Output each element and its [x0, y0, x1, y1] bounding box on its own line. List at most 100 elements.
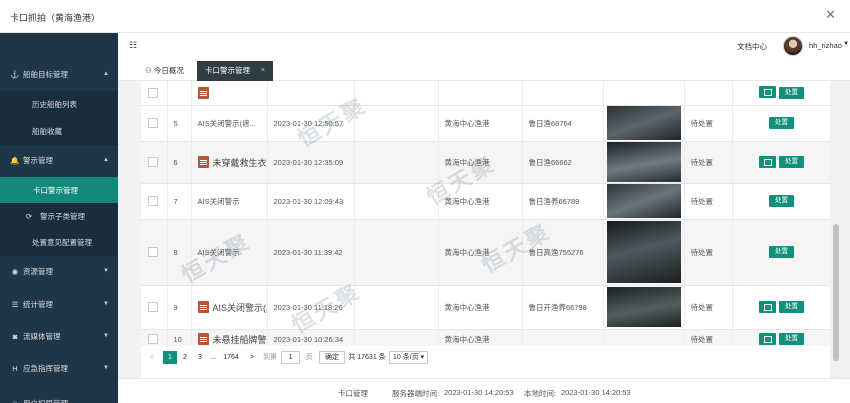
row-checkbox[interactable] — [148, 157, 158, 167]
handle-button[interactable]: 处置 — [769, 117, 794, 129]
scrollbar-thumb[interactable] — [833, 224, 839, 361]
handle-button[interactable]: 处置 — [769, 246, 794, 258]
close-icon[interactable]: ✕ — [825, 8, 836, 22]
sidebar-item-label: 警示管理 — [23, 156, 53, 165]
sidebar-item-label: 流媒体管理 — [23, 332, 61, 341]
sidebar-item-alert-manage[interactable]: 🔔 警示管理 ▲ — [0, 147, 118, 174]
image-button[interactable] — [759, 86, 776, 99]
sidebar-item-history-ships[interactable]: 历史船舶列表 — [0, 91, 118, 118]
sidebar-item-checkpoint-alerts[interactable]: 卡口警示管理 — [0, 177, 118, 204]
plate-photo[interactable] — [606, 142, 681, 182]
alert-table-panel: 处置 5 AIS关闭警示(遮... 2023-01-30 12:50:57 黄海… — [141, 81, 842, 378]
status-text: 待处置 — [684, 141, 733, 184]
page-3-button[interactable]: 3 — [195, 351, 205, 364]
plate-photo[interactable] — [606, 287, 681, 327]
sidebar-item-user-permissions[interactable]: ☺ 用户权限管理 — [0, 390, 118, 403]
footer-module: 卡口管理 — [338, 389, 368, 398]
table-row[interactable]: 7 AIS关闭警示 2023-01-30 12:09:43 黄海中心渔港 鲁日渔… — [141, 183, 832, 220]
sidebar-item-streaming[interactable]: ◙ 流媒体管理 ▼ — [0, 323, 118, 350]
sidebar-item-disposal-config[interactable]: 处置意见配置管理 — [0, 229, 118, 256]
sidebar-item-resources[interactable]: ◉ 资源管理 ▼ — [0, 258, 118, 285]
sidebar-item-label: 历史船舶列表 — [32, 100, 77, 109]
handle-button[interactable]: 处置 — [779, 301, 804, 314]
bell-icon: 🔔 — [10, 156, 20, 165]
alert-table: 处置 5 AIS关闭警示(遮... 2023-01-30 12:50:57 黄海… — [141, 81, 832, 350]
handle-button[interactable]: 处置 — [779, 87, 804, 100]
tab-today-overview[interactable]: ⚇ 今日概况 — [137, 61, 192, 81]
sidebar-item-label: 资源管理 — [23, 267, 53, 276]
page-2-button[interactable]: 2 — [179, 351, 191, 364]
main-content: 处置 5 AIS关闭警示(遮... 2023-01-30 12:50:57 黄海… — [118, 81, 850, 378]
tab-bar: ⚇ 今日概况 卡口警示管理 × — [118, 59, 850, 81]
handle-button[interactable]: 处置 — [779, 333, 804, 346]
plate-photo[interactable] — [606, 106, 681, 140]
sidebar-item-emergency[interactable]: H 应急指挥管理 ▼ — [0, 355, 118, 382]
avatar[interactable] — [783, 36, 803, 56]
ship-name: 鲁日渔66662 — [522, 141, 604, 184]
last-page-button[interactable]: 1764 — [221, 351, 241, 364]
row-number: 5 — [167, 105, 192, 142]
page-unit-label: 页 — [305, 354, 313, 361]
row-number: 6 — [167, 141, 192, 184]
tab-label: 今日概况 — [153, 66, 184, 75]
menu-toggle-icon[interactable]: ☷ — [129, 40, 137, 51]
server-time: 2023-01-30 14:20:53 — [444, 388, 514, 397]
chevron-down-icon: ▼ — [103, 365, 109, 371]
page-1-button[interactable]: 1 — [163, 351, 177, 364]
handle-button[interactable]: 处置 — [779, 156, 804, 169]
prev-page-button[interactable]: < — [147, 351, 157, 364]
dashboard-icon: ⚇ — [145, 66, 152, 75]
row-checkbox[interactable] — [148, 334, 158, 344]
handle-button[interactable]: 处置 — [769, 195, 794, 207]
sidebar-item-label: 应急指挥管理 — [23, 364, 68, 373]
status-text: 待处置 — [684, 219, 733, 286]
row-checkbox[interactable] — [148, 196, 158, 206]
row-checkbox[interactable] — [148, 247, 158, 257]
page-size-select[interactable]: 10 条/页 ▾ — [389, 351, 429, 364]
username[interactable]: hh_rizhao — [809, 41, 842, 50]
cube-icon: ◉ — [11, 267, 19, 276]
chart-icon: ☰ — [11, 300, 19, 309]
plate-photo[interactable] — [606, 221, 681, 283]
table-row[interactable]: 5 AIS关闭警示(遮... 2023-01-30 12:50:57 黄海中心渔… — [141, 105, 832, 142]
chevron-down-icon: ▼ — [103, 268, 109, 274]
ship-name: 鲁日渔66764 — [522, 105, 604, 142]
document-icon — [197, 333, 209, 345]
chevron-up-icon: ▲ — [103, 157, 109, 163]
caret-down-icon[interactable]: ▼ — [843, 41, 849, 47]
image-button[interactable] — [759, 332, 776, 345]
table-row[interactable]: 9 AIS关闭警示(未 2023-01-30 11:18:26 黄海中心渔港 鲁… — [141, 285, 832, 330]
sidebar-item-ship-target[interactable]: ⚓ 船舶目标管理 ▲ — [0, 61, 118, 88]
table-row[interactable]: 处置 — [141, 81, 832, 106]
total-count: 共 17631 条 — [348, 354, 386, 361]
plate-photo[interactable] — [606, 184, 681, 218]
document-icon — [197, 86, 209, 99]
window-titlebar: 卡口抓拍（黄海渔港） ✕ — [0, 0, 850, 33]
row-checkbox[interactable] — [148, 302, 158, 312]
alert-type: 未穿戴救生衣警 — [212, 157, 267, 168]
image-button[interactable] — [759, 155, 776, 168]
sidebar-item-ship-favorites[interactable]: 船舶收藏 — [0, 118, 118, 145]
close-tab-icon[interactable]: × — [261, 61, 265, 81]
camera-icon: ◙ — [12, 332, 18, 341]
sidebar-item-label: 处置意见配置管理 — [32, 238, 92, 247]
sidebar-item-label: 警示子类管理 — [40, 212, 85, 221]
sidebar-item-label: 船舶收藏 — [32, 127, 62, 136]
vertical-scrollbar[interactable] — [830, 81, 842, 378]
tab-checkpoint-alerts[interactable]: 卡口警示管理 × — [197, 61, 273, 81]
ship-name: 鲁日渔养66789 — [522, 183, 604, 220]
row-number: 9 — [167, 285, 192, 330]
status-text: 待处置 — [684, 285, 733, 330]
next-page-button[interactable]: > — [247, 351, 257, 364]
chevron-down-icon: ▼ — [103, 301, 109, 307]
image-button[interactable] — [759, 300, 776, 313]
confirm-page-button[interactable]: 确定 — [319, 351, 345, 364]
page-number-input[interactable]: 1 — [281, 351, 300, 364]
row-checkbox[interactable] — [148, 118, 158, 128]
row-checkbox[interactable] — [148, 87, 158, 98]
sidebar-item-statistics[interactable]: ☰ 统计管理 ▼ — [0, 291, 118, 318]
sidebar-item-alert-subtypes[interactable]: ⟳ 警示子类管理 — [0, 203, 118, 230]
sidebar-item-label: 统计管理 — [23, 300, 53, 309]
doc-center-link[interactable]: 文档中心 — [737, 41, 767, 52]
page-ellipsis: ... — [210, 354, 216, 361]
